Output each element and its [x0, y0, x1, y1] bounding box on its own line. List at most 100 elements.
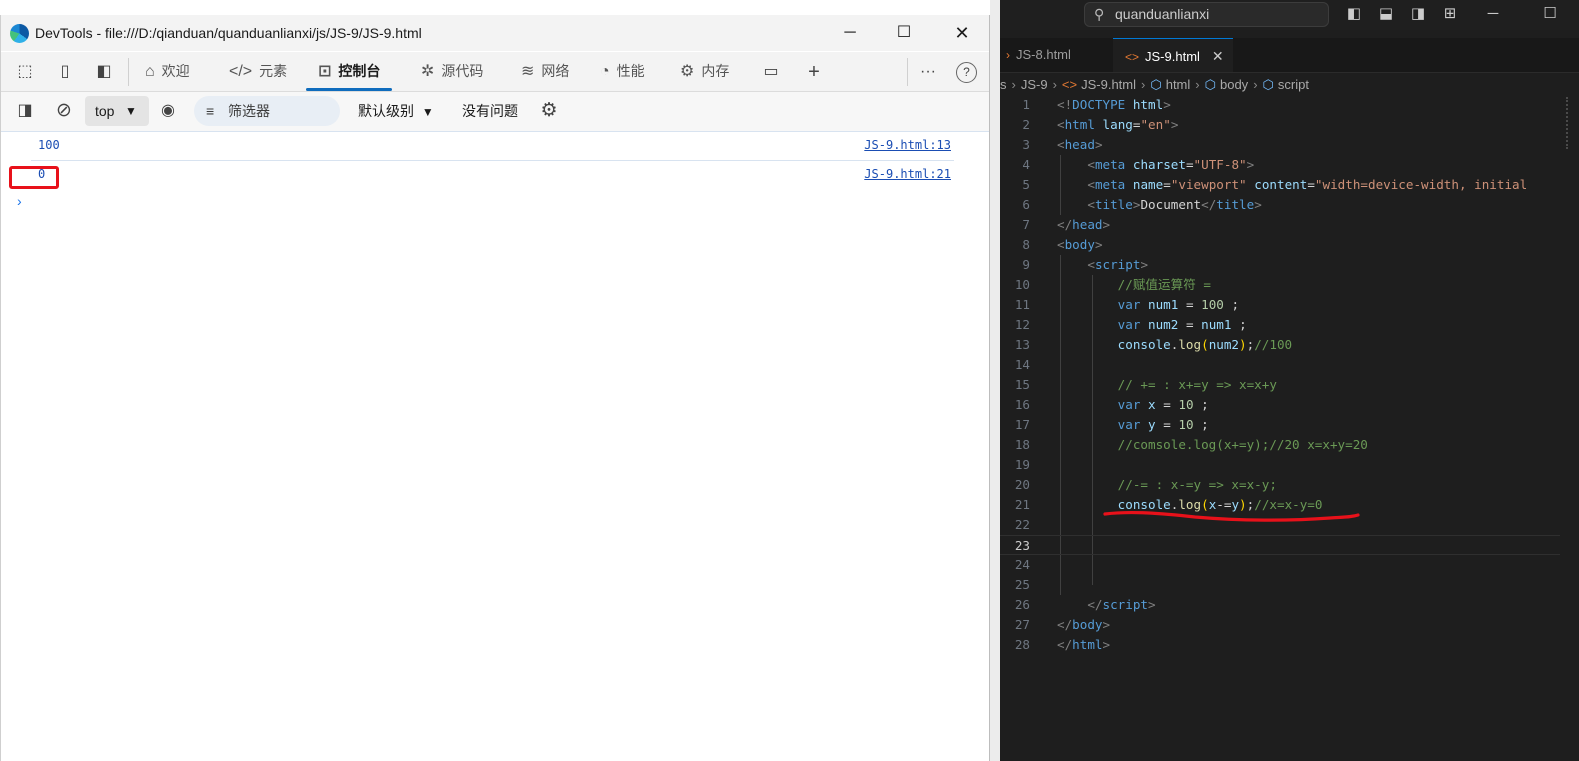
code-line: 8 <body> — [1000, 235, 1560, 255]
gear-icon[interactable]: ⚙ — [537, 99, 561, 123]
line-number: 16 — [1014, 397, 1030, 412]
code-line: 12 var num2 = num1 ; — [1000, 315, 1560, 335]
line-number: 11 — [1014, 297, 1030, 312]
breadcrumb-item[interactable]: body — [1220, 77, 1248, 92]
line-number: 10 — [1014, 277, 1030, 292]
code-editor[interactable]: 1 <!DOCTYPE html> 2 <html lang="en"> 3 <hea… — [1000, 95, 1579, 655]
source-link[interactable]: JS-9.html:13 — [864, 138, 951, 152]
code-line: 20 //-= : x-=y => x=x-y; — [1000, 475, 1560, 495]
dock-side-icon[interactable]: ◧ — [92, 60, 116, 84]
more-icon[interactable]: ··· — [916, 60, 940, 84]
line-number: 5 — [1022, 177, 1030, 192]
filter-placeholder: 筛选器 — [228, 103, 270, 119]
vscode-window: ⚲ quanduanlianxi ◧ ⬓ ◨ ⊞ ─ ☐ › JS-8.html … — [1000, 0, 1579, 761]
code-line: 14 — [1000, 355, 1560, 375]
log-level-select[interactable]: 默认级别 ▼ — [358, 92, 434, 131]
breadcrumb-item[interactable]: html — [1166, 77, 1191, 92]
sidebar-toggle-icon[interactable]: ◨ — [13, 99, 37, 123]
code-line: 28 </html> — [1000, 635, 1560, 655]
maximize-icon[interactable]: ☐ — [1541, 5, 1559, 23]
tab-label: 网络 — [541, 63, 570, 79]
customize-layout-icon[interactable]: ⊞ — [1441, 5, 1459, 23]
tab-elements[interactable]: </> 元素 — [229, 52, 287, 91]
code-line: 27 </body> — [1000, 615, 1560, 635]
tab-js-8[interactable]: › JS-8.html — [1000, 38, 1112, 72]
clear-console-icon[interactable]: ⊘ — [52, 99, 76, 123]
line-number: 22 — [1014, 517, 1030, 532]
toggle-secondary-sidebar-icon[interactable]: ◨ — [1409, 5, 1427, 23]
line-number: 17 — [1014, 417, 1030, 432]
code-line: 10 //赋值运算符 = — [1000, 275, 1560, 295]
breadcrumb-item[interactable]: script — [1278, 77, 1309, 92]
line-number: 7 — [1022, 217, 1030, 232]
line-number: 6 — [1022, 197, 1030, 212]
tab-sources[interactable]: ✲ 源代码 — [421, 52, 483, 91]
breadcrumb-item[interactable]: s — [1000, 77, 1007, 92]
issues-button[interactable]: 没有问题 — [462, 92, 518, 131]
console-value: 100 — [38, 138, 60, 152]
panel-icon[interactable]: ▭ — [759, 60, 783, 84]
context-select[interactable]: top ▼ — [85, 96, 149, 126]
line-number: 15 — [1014, 377, 1030, 392]
command-center-search[interactable]: ⚲ quanduanlianxi — [1084, 2, 1329, 27]
tab-memory[interactable]: ⚙ 内存 — [680, 52, 729, 91]
close-icon[interactable]: ✕ — [1212, 39, 1224, 73]
window-gap — [990, 0, 1000, 761]
add-tab-icon[interactable]: + — [802, 60, 826, 84]
cube-icon: ⬡ — [1204, 77, 1216, 92]
window-title: DevTools - file:///D:/qianduan/quanduanl… — [35, 25, 422, 41]
tab-js-9[interactable]: <> JS-9.html ✕ — [1113, 38, 1233, 72]
line-number: 13 — [1014, 337, 1030, 352]
toggle-primary-sidebar-icon[interactable]: ◧ — [1345, 5, 1363, 23]
close-button[interactable]: ✕ — [939, 15, 985, 51]
maximize-button[interactable]: ☐ — [881, 15, 927, 51]
tab-console[interactable]: ⊡ 控制台 — [306, 52, 393, 91]
line-number: 18 — [1014, 437, 1030, 452]
tab-label: JS-8.html — [1016, 47, 1071, 62]
line-number: 9 — [1022, 257, 1030, 272]
code-line: 9 <script> — [1000, 255, 1560, 275]
chevron-right-icon: › — [1006, 48, 1010, 62]
line-number: 3 — [1022, 137, 1030, 152]
home-icon: ⌂ — [145, 63, 155, 80]
filter-input[interactable]: ≡ 筛选器 — [194, 96, 340, 126]
tab-label: 元素 — [259, 63, 288, 79]
code-line: 3 <head> — [1000, 135, 1560, 155]
tab-label: 源代码 — [441, 63, 484, 79]
breadcrumb-item[interactable]: JS-9.html — [1081, 77, 1136, 92]
minimize-icon[interactable]: ─ — [1484, 5, 1502, 23]
minimize-button[interactable]: ─ — [827, 15, 873, 51]
line-number: 24 — [1014, 557, 1030, 572]
code-line: 18 //comsole.log(x+=y);//20 x=x+y=20 — [1000, 435, 1560, 455]
line-number: 14 — [1014, 357, 1030, 372]
bug-icon: ✲ — [421, 63, 435, 80]
code-line: 11 var num1 = 100 ; — [1000, 295, 1560, 315]
devtools-window: DevTools - file:///D:/qianduan/quanduanl… — [0, 15, 990, 761]
source-link[interactable]: JS-9.html:21 — [864, 167, 951, 181]
tab-welcome[interactable]: ⌂ 欢迎 — [145, 52, 190, 91]
tab-performance[interactable]: ◔ 性能 — [600, 52, 645, 91]
line-number: 26 — [1014, 597, 1030, 612]
code-line: 13 console.log(num2);//100 — [1000, 335, 1560, 355]
line-number: 27 — [1014, 617, 1030, 632]
minimap-scrollbar[interactable] — [1563, 95, 1579, 155]
inspect-element-icon[interactable]: ⬚ — [13, 60, 37, 84]
code-line: 15 // += : x+=y => x=x+y — [1000, 375, 1560, 395]
dropdown-arrow-icon: ▼ — [421, 105, 434, 119]
context-value: top — [95, 103, 115, 119]
toggle-panel-icon[interactable]: ⬓ — [1377, 5, 1395, 23]
tab-network[interactable]: ≋ 网络 — [521, 52, 569, 91]
red-underline-annotation — [1103, 510, 1360, 522]
device-emulation-icon[interactable]: ▯ — [53, 60, 77, 84]
help-icon[interactable]: ? — [956, 62, 977, 83]
line-number: 8 — [1022, 237, 1030, 252]
html-file-icon: <> — [1061, 77, 1078, 92]
breadcrumb-item[interactable]: JS-9 — [1021, 77, 1048, 92]
line-number: 25 — [1014, 577, 1030, 592]
code-line: 24 — [1000, 555, 1560, 575]
vscode-titlebar: ⚲ quanduanlianxi ◧ ⬓ ◨ ⊞ ─ ☐ — [1000, 0, 1579, 30]
cube-icon: ⬡ — [1262, 77, 1274, 92]
console-prompt-icon[interactable]: › — [17, 193, 22, 209]
eye-icon[interactable]: ◉ — [156, 99, 180, 123]
edge-logo-icon — [10, 24, 29, 43]
